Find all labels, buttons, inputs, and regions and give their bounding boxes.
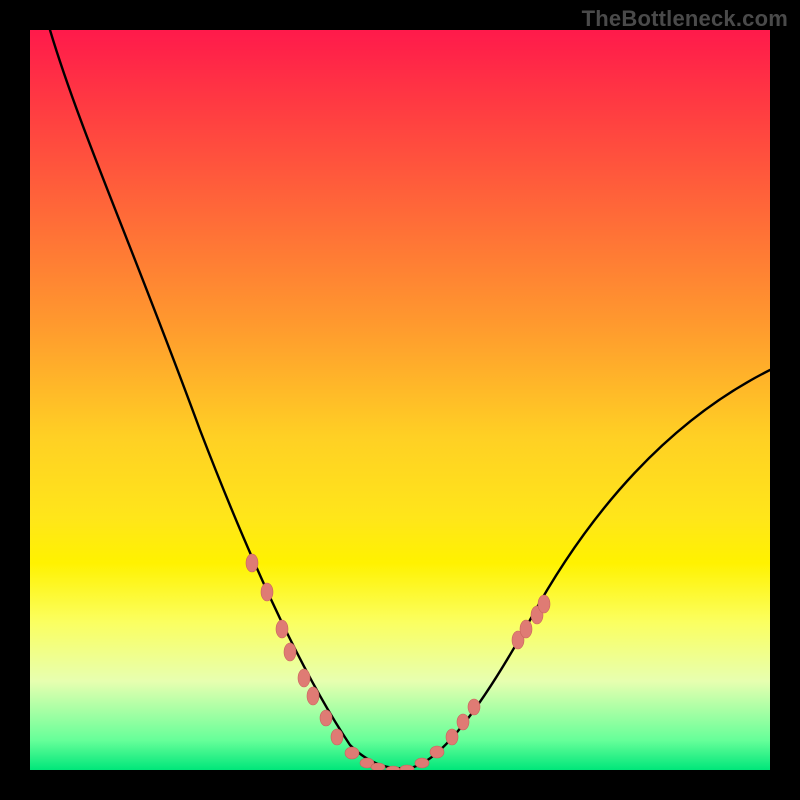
marker-dot [468,699,480,715]
marker-dot [400,765,414,770]
marker-dot [538,595,550,613]
marker-dot [371,763,385,770]
marker-dot [307,687,319,705]
marker-dot [261,583,273,601]
marker-dot [520,620,532,638]
marker-dot [446,729,458,745]
marker-dot [246,554,258,572]
attribution-label: TheBottleneck.com [582,6,788,32]
curve-svg [30,30,770,770]
marker-dot [320,710,332,726]
marker-dot [415,758,429,768]
marker-dot [345,747,359,759]
marker-dot [284,643,296,661]
marker-dot [298,669,310,687]
bottleneck-curve-path [30,30,770,768]
marker-dot [430,746,444,758]
chart-frame: TheBottleneck.com [0,0,800,800]
marker-dot [276,620,288,638]
marker-dot [457,714,469,730]
marker-dot [331,729,343,745]
plot-area [30,30,770,770]
